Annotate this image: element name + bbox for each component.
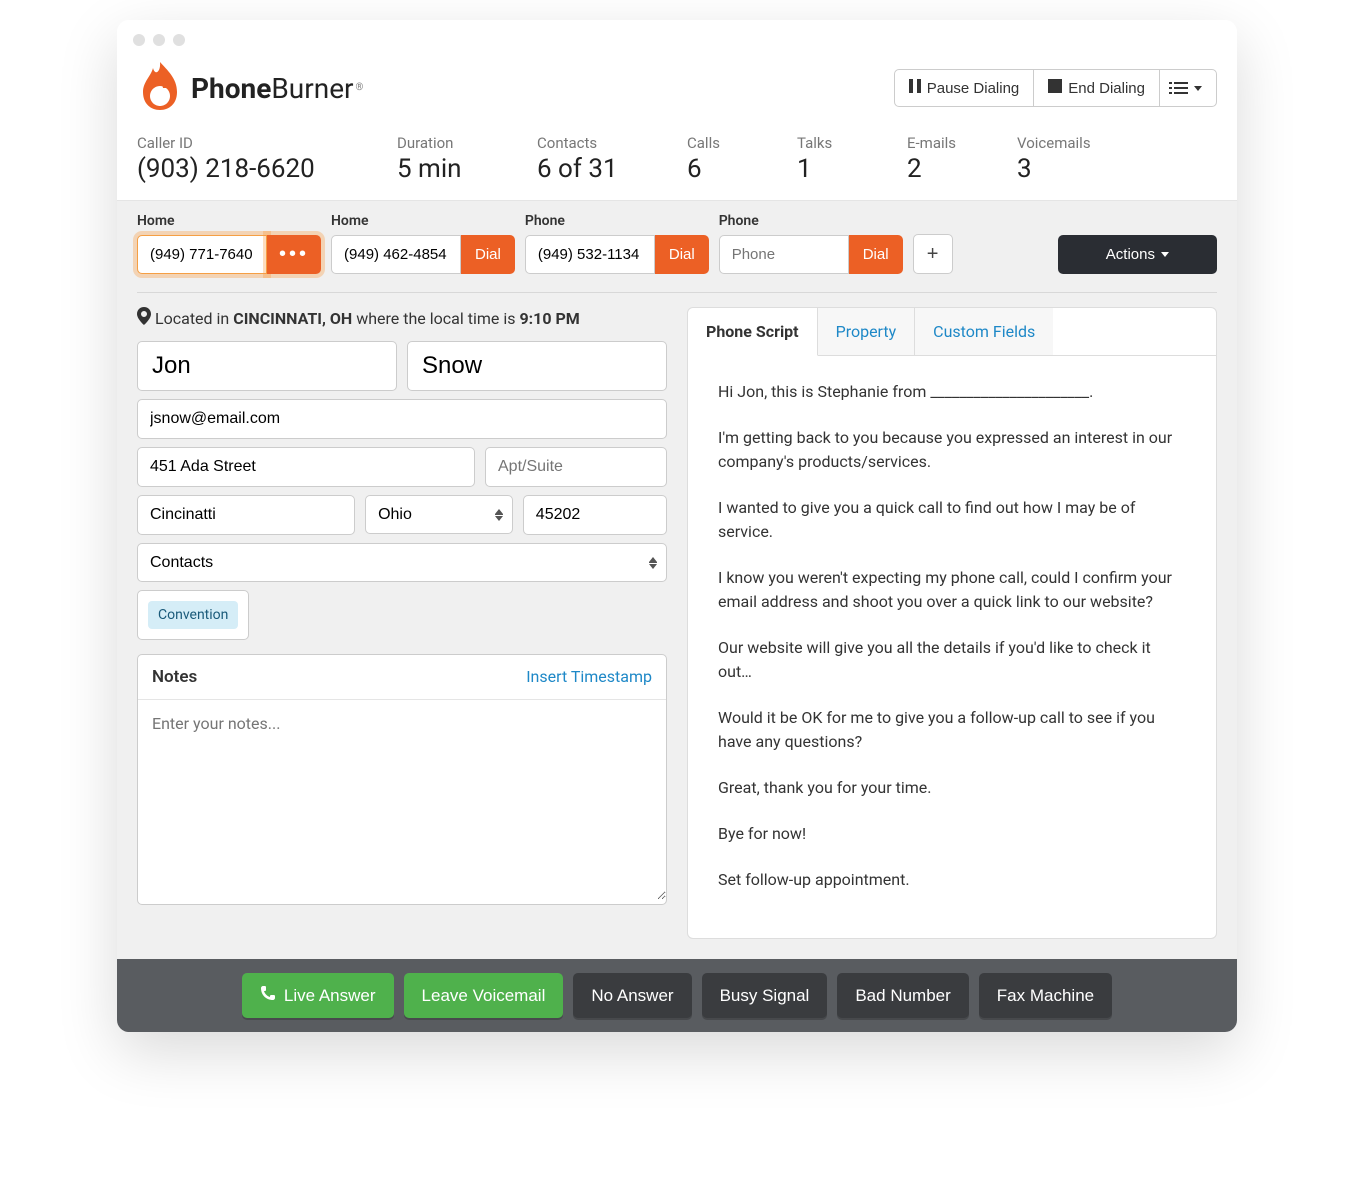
phone-script-body: Hi Jon, this is Stephanie from _________…: [688, 356, 1216, 938]
list-icon: [1174, 82, 1188, 94]
location-line: Located in CINCINNATI, OH where the loca…: [137, 307, 667, 329]
dial-button-4[interactable]: Dial: [849, 235, 903, 274]
pause-icon: [909, 79, 921, 97]
first-name-field[interactable]: [137, 341, 397, 391]
phone-label: Phone: [719, 213, 903, 229]
tab-phone-script[interactable]: Phone Script: [688, 308, 818, 356]
live-answer-button[interactable]: Live Answer: [242, 973, 394, 1018]
phones-section: Home ••• Home Dial Phone Dial: [117, 201, 1237, 959]
phone-input-1[interactable]: [137, 235, 267, 274]
phone-icon: [260, 985, 276, 1006]
stat-contacts: Contacts 6 of 31: [537, 134, 647, 184]
phone-label: Home: [137, 213, 321, 229]
brand-logo: PhoneBurner®: [137, 60, 363, 116]
stat-caller-id: Caller ID (903) 218-6620: [137, 134, 357, 184]
dial-button-2[interactable]: Dial: [461, 235, 515, 274]
minimize-window-icon[interactable]: [153, 34, 165, 46]
phone-label: Home: [331, 213, 515, 229]
tab-custom-fields[interactable]: Custom Fields: [915, 308, 1053, 355]
city-field[interactable]: [137, 495, 355, 535]
script-panel: Phone Script Property Custom Fields Hi J…: [687, 307, 1217, 939]
dial-button-1-active[interactable]: •••: [267, 235, 321, 274]
map-pin-icon: [137, 307, 151, 329]
header: PhoneBurner® Pause Dialing End Dialing: [117, 60, 1237, 126]
phone-field-1: Home •••: [137, 213, 321, 274]
notes-box: Notes Insert Timestamp: [137, 654, 667, 905]
stop-icon: [1048, 79, 1062, 97]
insert-timestamp-link[interactable]: Insert Timestamp: [526, 667, 652, 687]
stat-calls: Calls 6: [687, 134, 757, 184]
chevron-down-icon: [1161, 252, 1169, 257]
actions-dropdown[interactable]: Actions: [1058, 235, 1217, 274]
fax-machine-button[interactable]: Fax Machine: [979, 973, 1112, 1018]
no-answer-button[interactable]: No Answer: [573, 973, 691, 1018]
apt-suite-field[interactable]: [485, 447, 667, 487]
maximize-window-icon[interactable]: [173, 34, 185, 46]
header-actions: Pause Dialing End Dialing: [894, 69, 1217, 107]
phone-input-4[interactable]: [719, 235, 849, 274]
add-phone-button[interactable]: +: [913, 234, 953, 274]
last-name-field[interactable]: [407, 341, 667, 391]
app-window: PhoneBurner® Pause Dialing End Dialing C…: [117, 20, 1237, 1032]
tags-box[interactable]: Convention: [137, 590, 249, 640]
stats-row: Caller ID (903) 218-6620 Duration 5 min …: [117, 126, 1237, 201]
bad-number-button[interactable]: Bad Number: [837, 973, 968, 1018]
close-window-icon[interactable]: [133, 34, 145, 46]
notes-title: Notes: [152, 667, 197, 687]
chevron-down-icon: [1194, 86, 1202, 91]
address-field[interactable]: [137, 447, 475, 487]
dial-button-3[interactable]: Dial: [655, 235, 709, 274]
window-titlebar: [117, 20, 1237, 60]
contact-form: Located in CINCINNATI, OH where the loca…: [137, 307, 667, 939]
phone-input-2[interactable]: [331, 235, 461, 274]
tab-strip: Phone Script Property Custom Fields: [688, 308, 1216, 356]
brand-name: PhoneBurner®: [191, 72, 363, 105]
zip-field[interactable]: [523, 495, 667, 535]
phone-field-3: Phone Dial: [525, 213, 709, 274]
phone-field-4: Phone Dial: [719, 213, 903, 274]
busy-signal-button[interactable]: Busy Signal: [702, 973, 828, 1018]
email-field[interactable]: [137, 399, 667, 439]
phone-field-2: Home Dial: [331, 213, 515, 274]
list-select[interactable]: Contacts: [137, 543, 667, 582]
stat-duration: Duration 5 min: [397, 134, 497, 184]
notes-textarea[interactable]: [138, 700, 666, 900]
stat-voicemails: Voicemails 3: [1017, 134, 1091, 184]
tab-property[interactable]: Property: [818, 308, 916, 355]
end-dialing-button[interactable]: End Dialing: [1033, 69, 1160, 107]
pause-dialing-button[interactable]: Pause Dialing: [894, 69, 1035, 107]
leave-voicemail-button[interactable]: Leave Voicemail: [404, 973, 564, 1018]
phone-input-3[interactable]: [525, 235, 655, 274]
phone-label: Phone: [525, 213, 709, 229]
stat-emails: E-mails 2: [907, 134, 977, 184]
tag-convention[interactable]: Convention: [148, 601, 238, 629]
flame-icon: [137, 60, 183, 116]
view-options-button[interactable]: [1159, 69, 1217, 107]
stat-talks: Talks 1: [797, 134, 867, 184]
disposition-bar: Live Answer Leave Voicemail No Answer Bu…: [117, 959, 1237, 1032]
state-select[interactable]: Ohio: [365, 495, 513, 534]
